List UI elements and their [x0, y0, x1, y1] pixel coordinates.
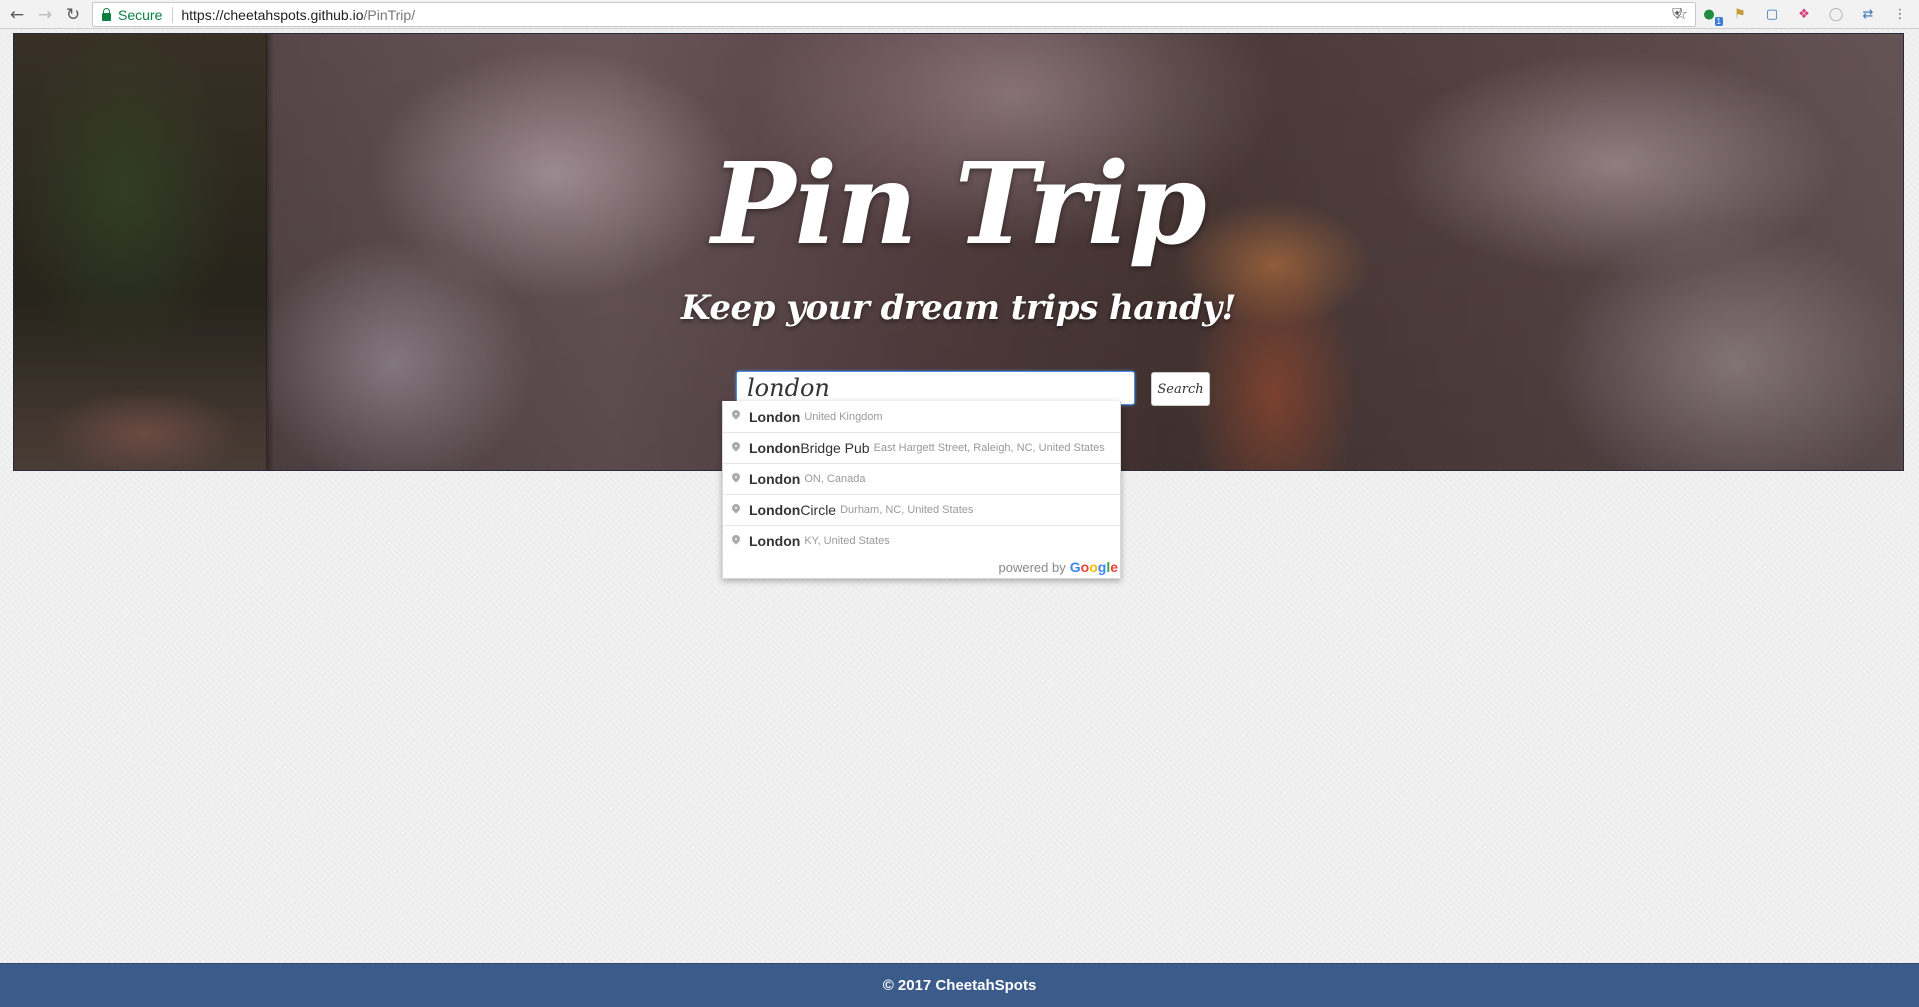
map-pin-icon [731, 535, 741, 548]
screenshot-extension-icon[interactable]: ▢ [1763, 5, 1781, 23]
search-button[interactable]: Search [1151, 372, 1210, 406]
autocomplete-secondary: United Kingdom [804, 410, 883, 423]
autocomplete-match: London [749, 440, 801, 456]
swap-extension-icon[interactable]: ⇄ [1859, 5, 1877, 23]
autocomplete-secondary: Durham, NC, United States [840, 504, 974, 516]
google-letter: e [1110, 559, 1118, 575]
autocomplete-item[interactable]: London KY, United States [723, 525, 1120, 556]
map-pin-icon [731, 473, 741, 486]
autocomplete-secondary: KY, United States [804, 535, 890, 547]
shield-extension-icon[interactable]: ⛨ [1668, 5, 1686, 23]
color-picker-extension-icon[interactable]: ❖ [1795, 5, 1813, 23]
page-title: Pin Trip [711, 139, 1206, 270]
autocomplete-item[interactable]: London Circle Durham, NC, United States [723, 494, 1120, 525]
flag-extension-icon[interactable]: ⚑ [1731, 5, 1749, 23]
google-letter: o [1089, 559, 1098, 575]
url-path: /PinTrip/ [363, 6, 416, 23]
chat-extension-icon[interactable]: ● 1 [1700, 5, 1723, 26]
autocomplete-rest: Bridge Pub [800, 440, 870, 456]
powered-by-label: powered by [998, 559, 1066, 575]
autocomplete-item[interactable]: London Bridge Pub East Hargett Street, R… [723, 432, 1120, 463]
menu-dots-icon[interactable]: ⋮ [1891, 5, 1909, 23]
circle-extension-icon[interactable]: ◯ [1827, 5, 1845, 23]
google-letter: o [1080, 559, 1090, 575]
lock-icon [102, 7, 111, 21]
google-letter: G [1069, 559, 1081, 575]
copyright-text: © 2017 CheetahSpots [882, 977, 1037, 994]
autocomplete-dropdown: London United Kingdom London Bridge Pub … [722, 401, 1121, 579]
url-divider [172, 6, 174, 23]
forward-arrow-icon[interactable]: → [34, 4, 56, 26]
autocomplete-rest: Circle [800, 502, 837, 518]
page-subtitle: Keep your dream trips handy! [681, 288, 1236, 328]
page-footer: © 2017 CheetahSpots [0, 963, 1919, 1007]
autocomplete-match: London [749, 408, 801, 425]
browser-toolbar: ← → ↻ Secure https://cheetahspots.github… [0, 0, 1919, 29]
autocomplete-match: London [749, 502, 801, 518]
map-pin-icon [731, 410, 741, 423]
secure-label: Secure [118, 6, 163, 23]
autocomplete-match: London [749, 471, 801, 487]
extension-badge: 1 [1714, 17, 1723, 26]
autocomplete-secondary: East Hargett Street, Raleigh, NC, United… [873, 442, 1105, 454]
powered-by-google: powered by Google [723, 556, 1120, 578]
url-host: https://cheetahspots.github.io [181, 6, 364, 23]
autocomplete-item[interactable]: London ON, Canada [723, 463, 1120, 494]
address-bar[interactable]: Secure https://cheetahspots.github.io /P… [92, 2, 1696, 27]
back-arrow-icon[interactable]: ← [6, 4, 28, 26]
autocomplete-item[interactable]: London United Kingdom [723, 401, 1120, 432]
autocomplete-secondary: ON, Canada [804, 473, 866, 485]
search-input[interactable] [736, 371, 1135, 405]
map-pin-icon [731, 504, 741, 517]
autocomplete-match: London [749, 533, 801, 549]
page-background: Pin Trip Keep your dream trips handy! Se… [0, 29, 1919, 963]
map-pin-icon [731, 442, 741, 455]
reload-icon[interactable]: ↻ [62, 4, 84, 26]
google-logo: Google [1070, 559, 1118, 575]
